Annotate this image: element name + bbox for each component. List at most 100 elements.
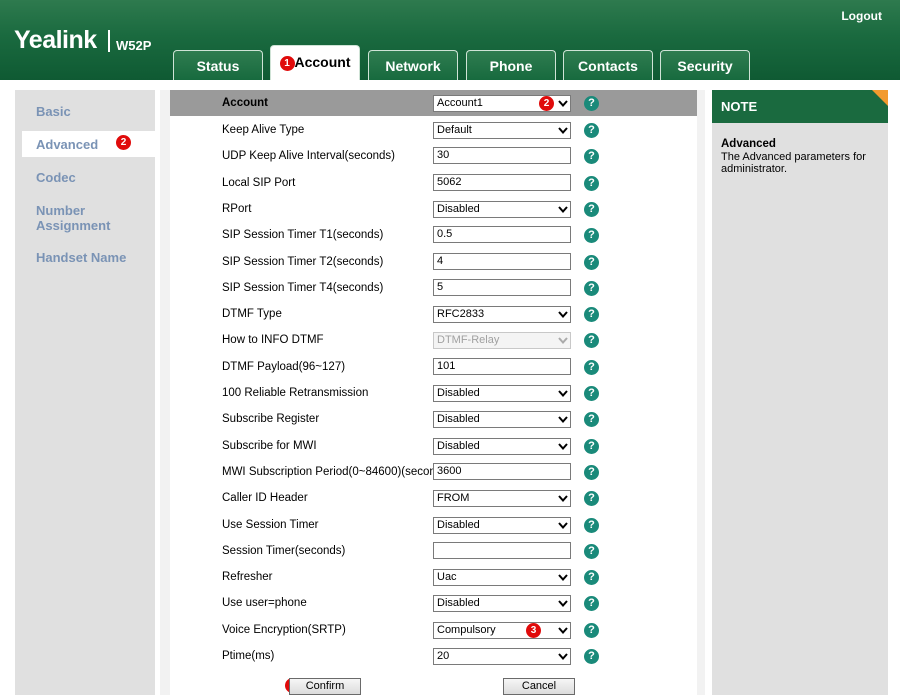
help-icon[interactable]: ? — [584, 596, 599, 611]
confirm-button[interactable]: Confirm — [289, 678, 361, 695]
field-value: Disabled — [437, 597, 480, 609]
field-value: Uac — [437, 571, 457, 583]
help-icon[interactable]: ? — [584, 439, 599, 454]
field-label: Refresher — [222, 571, 273, 583]
tab-network[interactable]: Network — [368, 50, 458, 80]
chevron-down-icon — [558, 337, 568, 345]
help-icon[interactable]: ? — [584, 544, 599, 559]
help-icon[interactable]: ? — [584, 465, 599, 480]
field-value: 5062 — [437, 176, 462, 188]
text-input[interactable]: 4 — [433, 253, 571, 270]
note-panel — [712, 90, 888, 695]
sidebar-item-number-assignment[interactable]: Number Assignment — [36, 203, 126, 233]
select-field[interactable]: RFC2833 — [433, 306, 571, 323]
help-icon[interactable]: ? — [584, 307, 599, 322]
logo-divider — [108, 30, 110, 52]
select-field[interactable]: Disabled — [433, 438, 571, 455]
field-label: Use Session Timer — [222, 519, 319, 531]
account-label: Account — [222, 97, 268, 109]
help-icon[interactable]: ? — [584, 96, 599, 111]
help-icon[interactable]: ? — [584, 360, 599, 375]
field-value: Compulsory — [437, 624, 496, 636]
chevron-down-icon — [558, 574, 568, 582]
field-label: Subscribe Register — [222, 413, 320, 425]
field-label: Session Timer(seconds) — [222, 545, 346, 557]
select-field[interactable]: Disabled — [433, 385, 571, 402]
field-label: Keep Alive Type — [222, 124, 305, 136]
text-input[interactable]: 5062 — [433, 174, 571, 191]
cancel-button[interactable]: Cancel — [503, 678, 575, 695]
chevron-down-icon — [558, 600, 568, 608]
field-label: Subscribe for MWI — [222, 440, 317, 452]
help-icon[interactable]: ? — [584, 255, 599, 270]
chevron-down-icon — [558, 443, 568, 451]
field-label: MWI Subscription Period(0~84600)(seconds… — [222, 466, 452, 478]
help-icon[interactable]: ? — [584, 281, 599, 296]
select-field[interactable]: FROM — [433, 490, 571, 507]
field-label: How to INFO DTMF — [222, 334, 324, 346]
step-badge: 3 — [526, 623, 541, 638]
logout-link[interactable]: Logout — [841, 9, 882, 23]
select-field[interactable]: Default — [433, 122, 571, 139]
note-body: The Advanced parameters for administrato… — [721, 151, 866, 175]
chevron-down-icon — [558, 311, 568, 319]
text-input[interactable]: 5 — [433, 279, 571, 296]
note-heading: NOTE — [712, 90, 888, 123]
help-icon[interactable]: ? — [584, 176, 599, 191]
help-icon[interactable]: ? — [584, 623, 599, 638]
text-input[interactable]: 3600 — [433, 463, 571, 480]
chevron-down-icon — [558, 206, 568, 214]
select-field[interactable]: Disabled — [433, 517, 571, 534]
tab-label: Network — [385, 58, 441, 74]
chevron-down-icon — [558, 127, 568, 135]
text-input[interactable]: 101 — [433, 358, 571, 375]
help-icon[interactable]: ? — [584, 228, 599, 243]
text-input[interactable] — [433, 542, 571, 559]
help-icon[interactable]: ? — [584, 412, 599, 427]
select-field[interactable]: 20 — [433, 648, 571, 665]
select-field[interactable]: Disabled — [433, 595, 571, 612]
brand-logo: Yealink — [14, 26, 97, 54]
help-icon[interactable]: ? — [584, 386, 599, 401]
field-label: 100 Reliable Retransmission — [222, 387, 369, 399]
chevron-down-icon — [558, 627, 568, 635]
field-value: DTMF-Relay — [437, 334, 500, 346]
tab-label: Phone — [489, 58, 533, 74]
help-icon[interactable]: ? — [584, 491, 599, 506]
tab-security[interactable]: Security — [660, 50, 750, 80]
chevron-down-icon — [558, 100, 568, 108]
help-icon[interactable]: ? — [584, 570, 599, 585]
tab-label: Status — [196, 58, 240, 74]
select-field[interactable]: Uac — [433, 569, 571, 586]
help-icon[interactable]: ? — [584, 518, 599, 533]
chevron-down-icon — [558, 653, 568, 661]
sidebar-item-handset-name[interactable]: Handset Name — [36, 250, 126, 265]
field-value: Disabled — [437, 203, 480, 215]
select-field[interactable]: Compulsory — [433, 622, 571, 639]
help-icon[interactable]: ? — [584, 649, 599, 664]
field-label: RPort — [222, 203, 252, 215]
sidebar-item-codec[interactable]: Codec — [36, 170, 76, 185]
help-icon[interactable]: ? — [584, 149, 599, 164]
field-label: DTMF Payload(96~127) — [222, 361, 346, 373]
help-icon[interactable]: ? — [584, 123, 599, 138]
sidebar-item-advanced[interactable]: Advanced — [36, 137, 98, 152]
select-field[interactable]: Disabled — [433, 201, 571, 218]
tab-contacts[interactable]: Contacts — [563, 50, 653, 80]
account-select-value: Account1 — [437, 97, 483, 109]
field-value: 20 — [437, 650, 450, 662]
text-input[interactable]: 0.5 — [433, 226, 571, 243]
tab-account[interactable]: 1 Account — [270, 45, 360, 80]
chevron-down-icon — [558, 522, 568, 530]
text-input[interactable]: 30 — [433, 147, 571, 164]
field-value: Disabled — [437, 519, 480, 531]
sidebar-item-basic[interactable]: Basic — [36, 104, 71, 119]
tab-label: Contacts — [578, 58, 638, 74]
field-value: Disabled — [437, 387, 480, 399]
tab-status[interactable]: Status — [173, 50, 263, 80]
select-field[interactable]: Disabled — [433, 411, 571, 428]
help-icon[interactable]: ? — [584, 202, 599, 217]
help-icon[interactable]: ? — [584, 333, 599, 348]
step-badge: 2 — [116, 135, 131, 150]
tab-phone[interactable]: Phone — [466, 50, 556, 80]
